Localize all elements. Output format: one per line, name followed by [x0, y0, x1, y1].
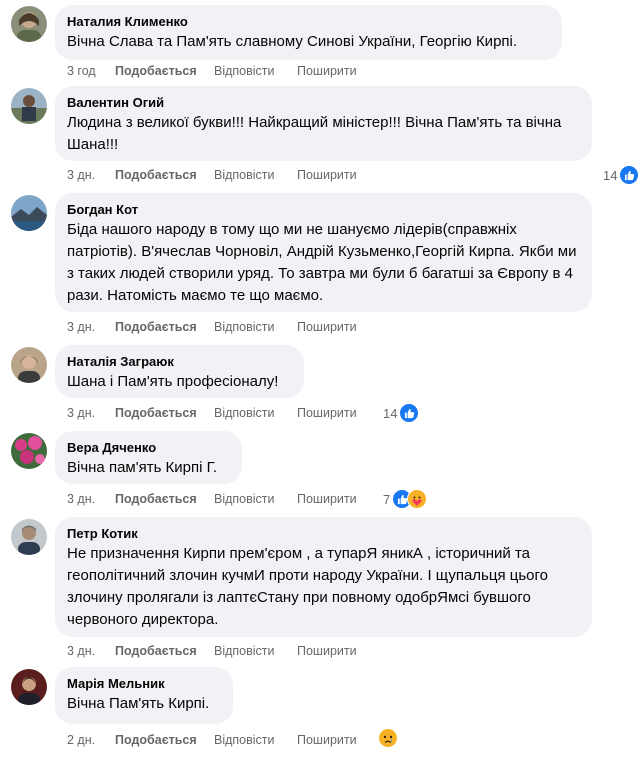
comment-text: Вічна пам'ять Кирпі Г. [67, 459, 218, 476]
comment-time[interactable]: 2 дн. [67, 733, 115, 747]
reaction-count: 14 [603, 167, 618, 183]
reply-button[interactable]: Відповісти [214, 492, 297, 506]
comment-text: Людина з великої букви!!! Найкращий міні… [67, 114, 562, 153]
comment-text: Вічна Слава та Пам'ять славному Синові У… [67, 33, 518, 50]
reply-button[interactable]: Відповісти [214, 320, 297, 334]
comment-actions: 3 дн. Подобається Відповісти Поширити [67, 165, 357, 185]
comment-actions: 3 дн. Подобається Відповісти Поширити [67, 403, 357, 423]
avatar[interactable] [11, 519, 47, 555]
reaction-count: 14 [383, 405, 398, 421]
comment-time[interactable]: 3 год [67, 64, 115, 78]
share-button[interactable]: Поширити [297, 64, 357, 78]
comment-time[interactable]: 3 дн. [67, 406, 115, 420]
like-button[interactable]: Подобається [115, 168, 214, 182]
comment-bubble: Вера Дяченко Вічна пам'ять Кирпі Г. [55, 431, 242, 484]
comment-author[interactable]: Богдан Кот [67, 201, 580, 218]
comment-actions: 3 год Подобається Відповісти Поширити [67, 61, 357, 81]
comment-text: Біда нашого народу в тому що ми не шанує… [67, 221, 577, 304]
like-icon [619, 165, 640, 185]
comment-time[interactable]: 3 дн. [67, 168, 115, 182]
share-button[interactable]: Поширити [297, 644, 357, 658]
comment-bubble: Марія Мельник Вічна Пам'ять Кирпі. [55, 667, 233, 724]
comment-author[interactable]: Валентин Огий [67, 94, 580, 111]
avatar[interactable] [11, 347, 47, 383]
comment-author[interactable]: Марія Мельник [67, 675, 221, 692]
comment-bubble: Богдан Кот Біда нашого народу в тому що … [55, 193, 592, 312]
reaction-count: 7 [383, 491, 391, 507]
comment-time[interactable]: 3 дн. [67, 644, 115, 658]
comment-text: Не призначення Кирпи прем'єром , а тупар… [67, 545, 548, 628]
avatar[interactable] [11, 88, 47, 124]
comment-author[interactable]: Вера Дяченко [67, 439, 230, 456]
share-button[interactable]: Поширити [297, 168, 357, 182]
reaction-summary[interactable]: 14 [383, 403, 420, 423]
like-button[interactable]: Подобається [115, 733, 214, 747]
comment-author[interactable]: Наталия Клименко [67, 13, 550, 30]
comment-time[interactable]: 3 дн. [67, 492, 115, 506]
comment-time[interactable]: 3 дн. [67, 320, 115, 334]
sad-icon [379, 729, 397, 747]
like-button[interactable]: Подобається [115, 406, 214, 420]
avatar[interactable] [11, 433, 47, 469]
avatar[interactable] [11, 195, 47, 231]
share-button[interactable]: Поширити [297, 492, 357, 506]
comment-author[interactable]: Наталія Заграюк [67, 353, 292, 370]
share-button[interactable]: Поширити [297, 406, 357, 420]
share-button[interactable]: Поширити [297, 733, 357, 747]
like-icon [399, 403, 420, 423]
comment-text: Шана і Пам'ять професіоналу! [67, 373, 279, 390]
reaction-summary[interactable]: 7 [383, 489, 428, 509]
share-button[interactable]: Поширити [297, 320, 357, 334]
like-button[interactable]: Подобається [115, 64, 214, 78]
comment-bubble: Петр Котик Не призначення Кирпи прем'єро… [55, 517, 592, 637]
comment-actions: 3 дн. Подобається Відповісти Поширити [67, 317, 357, 337]
comment-bubble: Валентин Огий Людина з великої букви!!! … [55, 86, 592, 161]
like-button[interactable]: Подобається [115, 492, 214, 506]
comment-text: Вічна Пам'ять Кирпі. [67, 695, 210, 712]
avatar[interactable] [11, 669, 47, 705]
like-button[interactable]: Подобається [115, 320, 214, 334]
reply-button[interactable]: Відповісти [214, 64, 297, 78]
avatar[interactable] [11, 6, 47, 42]
reply-button[interactable]: Відповісти [214, 406, 297, 420]
reaction-summary[interactable]: 14 [603, 165, 640, 185]
comment-actions: 3 дн. Подобається Відповісти Поширити [67, 489, 357, 509]
comment-author[interactable]: Петр Котик [67, 525, 580, 542]
comment-actions: 3 дн. Подобається Відповісти Поширити [67, 641, 357, 661]
comment-bubble: Наталія Заграюк Шана і Пам'ять професіон… [55, 345, 304, 398]
reaction-summary[interactable] [379, 729, 397, 747]
reply-button[interactable]: Відповісти [214, 644, 297, 658]
like-button[interactable]: Подобається [115, 644, 214, 658]
comment-actions: 2 дн. Подобається Відповісти Поширити [67, 730, 357, 750]
care-icon [407, 489, 428, 509]
comment-bubble: Наталия Клименко Вічна Слава та Пам'ять … [55, 5, 562, 60]
reply-button[interactable]: Відповісти [214, 733, 297, 747]
reply-button[interactable]: Відповісти [214, 168, 297, 182]
